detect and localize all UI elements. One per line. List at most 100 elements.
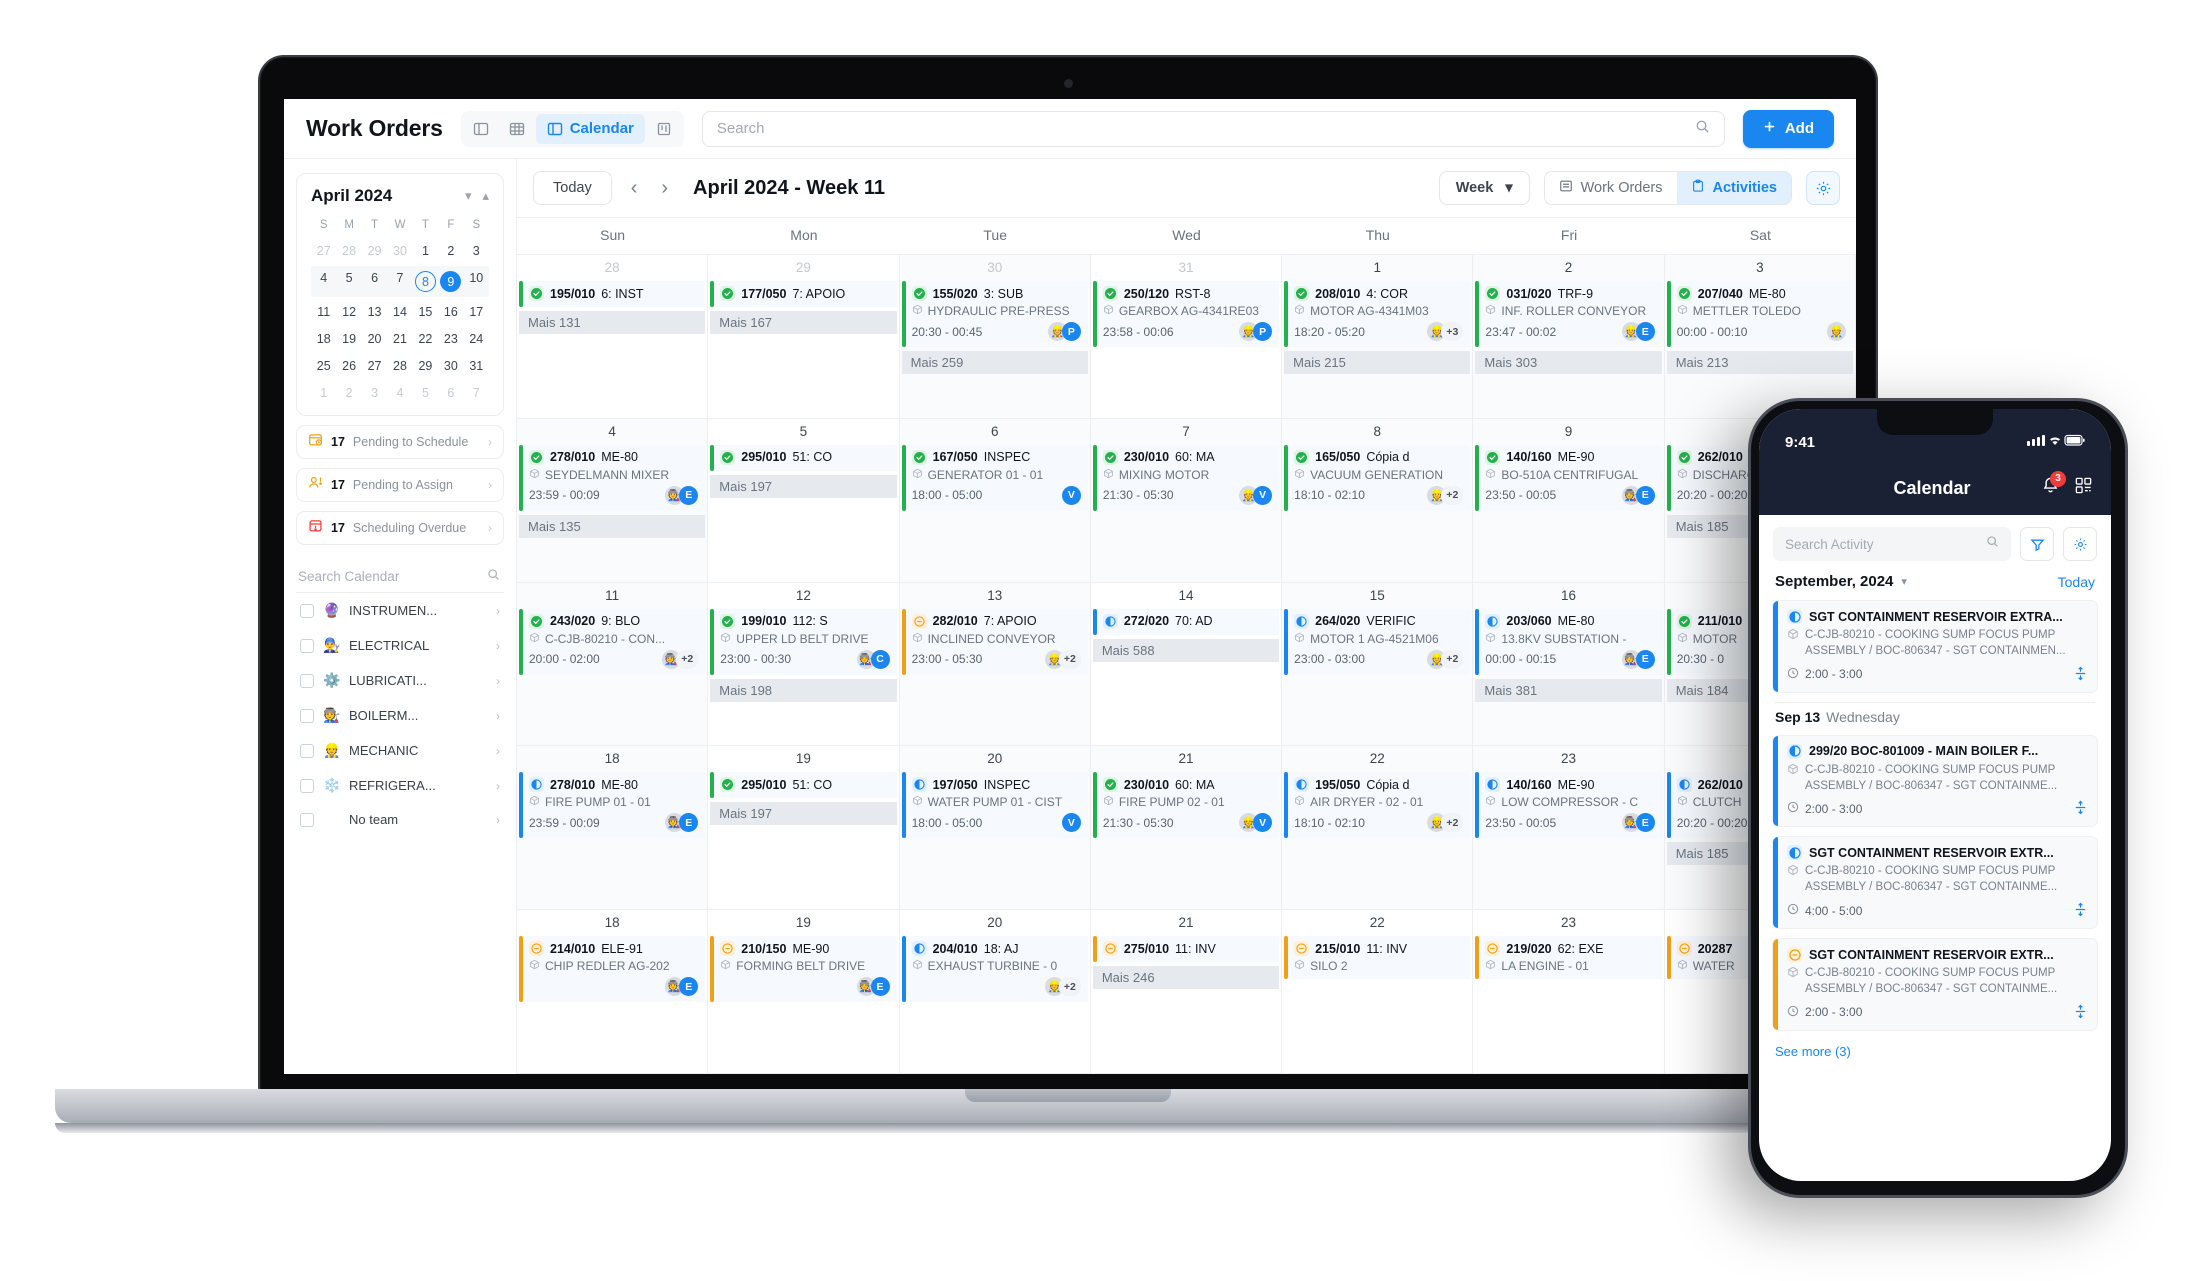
mini-calendar-day[interactable]: 28 — [387, 354, 412, 378]
mini-calendar-day[interactable]: 19 — [336, 327, 361, 351]
phone-activity-card[interactable]: SGT CONTAINMENT RESERVOIR EXTR... C-CJB-8… — [1772, 836, 2098, 930]
mini-calendar-day[interactable]: 6 — [438, 381, 463, 405]
mini-calendar-day[interactable]: 20 — [362, 327, 387, 351]
gear-icon[interactable] — [1806, 171, 1840, 205]
calendar-event[interactable]: 282/010 7: APOIO INCLINED CONVEYOR 23:00 - … — [901, 608, 1088, 675]
today-button[interactable]: Today — [533, 171, 612, 205]
mini-calendar-day[interactable]: 30 — [438, 354, 463, 378]
calendar-day-cell[interactable]: 12 199/010 112: S UPPER LD BELT DRIVE 23:00 … — [708, 582, 900, 747]
chevron-up-icon[interactable]: ▴ — [482, 188, 489, 204]
chevron-right-icon[interactable]: › — [496, 604, 500, 618]
mini-calendar-day[interactable]: 5 — [336, 266, 362, 297]
calendar-event[interactable]: 031/020 TRF-9 INF. ROLLER CONVEYOR 23:47 - … — [1475, 281, 1662, 347]
event-assignees[interactable]: 👷 +2 — [1044, 649, 1081, 669]
calendar-day-cell[interactable]: 18 278/010 ME-80 FIRE PUMP 01 - 01 23:59 - 0… — [517, 746, 709, 911]
calendar-day-cell[interactable]: 19 210/150 ME-90 FORMING BELT DRIVE 🧑‍🏭 E — [708, 910, 900, 1074]
calendar-day-cell[interactable]: 13 282/010 7: APOIO INCLINED CONVEYOR 23:00 … — [899, 582, 1091, 747]
mini-calendar-day[interactable]: 3 — [362, 381, 387, 405]
event-more-link[interactable]: Mais 381 — [1475, 678, 1662, 702]
calendar-event[interactable]: 197/050 INSPEC WATER PUMP 01 - CIST 18:00 -… — [901, 772, 1088, 839]
calendar-grid[interactable]: 28 195/010 6: INST Mais 131 29 177/050 7: APOI… — [517, 254, 1856, 1074]
event-assignees[interactable]: 👷 V — [1239, 485, 1273, 505]
calendar-event[interactable]: 204/010 18: AJ EXHAUST TURBINE - 0 👷 +2 — [901, 936, 1088, 1003]
mini-calendar-day[interactable]: 2 — [438, 239, 463, 263]
event-more-link[interactable]: Mais 213 — [1666, 351, 1853, 374]
team-list-item[interactable]: 🧑‍🏭 BOILERM... › — [296, 698, 504, 733]
calendar-day-cell[interactable]: 31 250/120 RST-8 GEARBOX AG-4341RE03 23:58 -… — [1090, 255, 1283, 419]
calendar-day-cell[interactable]: 28 195/010 6: INST Mais 131 — [517, 255, 709, 419]
gear-icon[interactable] — [2063, 527, 2097, 561]
calendar-day-cell[interactable]: 3 207/040 ME-80 METTLER TOLEDO 00:00 - 00:10… — [1664, 255, 1856, 419]
event-more-link[interactable]: Mais 197 — [710, 474, 897, 498]
chevron-down-icon[interactable]: ▾ — [465, 188, 472, 204]
status-chip[interactable]: 17 Pending to Assign › — [296, 468, 504, 502]
team-list-item[interactable]: No team › — [296, 803, 504, 836]
team-checkbox[interactable] — [300, 603, 314, 618]
calendar-event[interactable]: 165/050 Cópia d VACUUM GENERATION 18:10 - 0… — [1284, 444, 1471, 511]
tab-work-orders[interactable]: Work Orders — [1545, 172, 1677, 204]
mini-calendar-day[interactable]: 2 — [336, 381, 361, 405]
calendar-event[interactable]: 177/050 7: APOIO — [710, 281, 897, 307]
calendar-event[interactable]: 219/020 62: EXE LA ENGINE - 01 — [1475, 936, 1662, 980]
mini-calendar-day[interactable]: 30 — [387, 239, 412, 263]
prev-week-icon[interactable]: ‹ — [626, 177, 643, 200]
team-checkbox[interactable] — [300, 673, 314, 688]
calendar-event[interactable]: 278/010 ME-80 FIRE PUMP 01 - 01 23:59 - 00:… — [519, 772, 706, 839]
chevron-right-icon[interactable]: › — [496, 709, 500, 723]
event-more-link[interactable]: Mais 215 — [1284, 351, 1471, 374]
event-assignees[interactable]: 👷 — [1827, 322, 1846, 341]
event-assignees[interactable]: 👷 +3 — [1427, 322, 1464, 341]
event-assignees[interactable]: V — [1061, 485, 1081, 505]
mini-calendar-day[interactable]: 25 — [311, 354, 336, 378]
event-more-link[interactable]: Mais 135 — [519, 514, 706, 538]
calendar-event[interactable]: 195/010 6: INST — [519, 281, 706, 307]
resize-handle-icon[interactable] — [2074, 800, 2087, 817]
calendar-event[interactable]: 140/160 ME-90 LOW COMPRESSOR - C 23:50 - 00… — [1475, 772, 1662, 839]
event-assignees[interactable]: 🧑‍🏭 +2 — [662, 649, 699, 669]
calendar-event[interactable]: 214/010 ELE-91 CHIP REDLER AG-202 🧑‍🏭 E — [519, 936, 706, 1003]
calendar-event[interactable]: 272/020 70: AD — [1092, 608, 1280, 635]
mini-calendar-day[interactable]: 23 — [438, 327, 463, 351]
calendar-event[interactable]: 207/040 ME-80 METTLER TOLEDO 00:00 - 00:10 👷 — [1666, 281, 1853, 347]
calendar-day-cell[interactable]: 20 197/050 INSPEC WATER PUMP 01 - CIST 18:00… — [899, 746, 1091, 911]
calendar-view-icon[interactable]: Calendar — [535, 113, 645, 144]
calendar-day-cell[interactable]: 5 295/010 51: CO Mais 197 — [708, 418, 900, 583]
team-checkbox[interactable] — [300, 638, 314, 653]
mini-calendar-day[interactable]: 6 — [361, 266, 388, 297]
calendar-event[interactable]: 295/010 51: CO — [710, 444, 897, 471]
team-list-item[interactable]: 🔮 INSTRUMEN... › — [296, 593, 504, 628]
qr-code-icon[interactable] — [2074, 476, 2093, 500]
mini-calendar-day[interactable]: 17 — [464, 300, 489, 324]
event-more-link[interactable]: Mais 167 — [710, 311, 897, 334]
team-list-item[interactable]: 👷 MECHANIC › — [296, 733, 504, 768]
calendar-search-input[interactable]: Search Calendar — [296, 561, 504, 593]
mini-calendar-day[interactable]: 24 — [464, 327, 489, 351]
event-assignees[interactable]: 👷 V — [1239, 813, 1273, 833]
resize-handle-icon[interactable] — [2074, 1004, 2087, 1021]
calendar-day-cell[interactable]: 29 177/050 7: APOIO Mais 167 — [708, 255, 900, 419]
mini-calendar-day[interactable]: 12 — [336, 300, 361, 324]
calendar-day-cell[interactable]: 23 219/020 62: EXE LA ENGINE - 01 — [1473, 910, 1665, 1074]
mini-calendar-day[interactable]: 5 — [413, 381, 438, 405]
bell-icon[interactable]: 3 — [2041, 470, 2066, 501]
view-switcher[interactable]: Calendar — [460, 110, 684, 147]
calendar-day-cell[interactable]: 21 275/010 11: INV Mais 246 — [1090, 910, 1283, 1074]
phone-today-button[interactable]: Today — [2058, 574, 2095, 590]
calendar-event[interactable]: 275/010 11: INV — [1092, 936, 1280, 963]
mini-calendar-day[interactable]: 18 — [311, 327, 336, 351]
calendar-event[interactable]: 210/150 ME-90 FORMING BELT DRIVE 🧑‍🏭 E — [710, 936, 897, 1003]
mini-calendar-day[interactable]: 27 — [311, 239, 336, 263]
calendar-day-cell[interactable]: 1 208/010 4: COR MOTOR AG-4341M03 18:20 - 05… — [1282, 255, 1474, 419]
event-more-link[interactable]: Mais 303 — [1475, 351, 1662, 374]
calendar-event[interactable]: 243/020 9: BLO C-CJB-80210 - CON... 20:00 -… — [519, 608, 706, 675]
calendar-event[interactable]: 140/160 ME-90 BO-510A CENTRIFUGAL 23:50 - 0… — [1475, 444, 1662, 511]
mini-calendar-grid[interactable]: S M T W T F S 27 28 29 30 1 2 3 4 5 6 7 8 9 10 11 12 13 14 15 16 17… — [311, 216, 489, 405]
next-week-icon[interactable]: › — [656, 177, 673, 200]
mini-calendar-day[interactable]: 16 — [438, 300, 463, 324]
calendar-day-cell[interactable]: 21 230/010 60: MA FIRE PUMP 02 - 01 21:30 - … — [1090, 746, 1283, 911]
calendar-day-cell[interactable]: 23 140/160 ME-90 LOW COMPRESSOR - C 23:50 - … — [1473, 746, 1665, 911]
calendar-event[interactable]: 295/010 51: CO — [710, 772, 897, 799]
tab-activities[interactable]: Activities — [1676, 172, 1791, 204]
mini-calendar-day[interactable]: 29 — [413, 354, 438, 378]
calendar-day-cell[interactable]: 11 243/020 9: BLO C-CJB-80210 - CON... 20:00… — [517, 582, 709, 747]
